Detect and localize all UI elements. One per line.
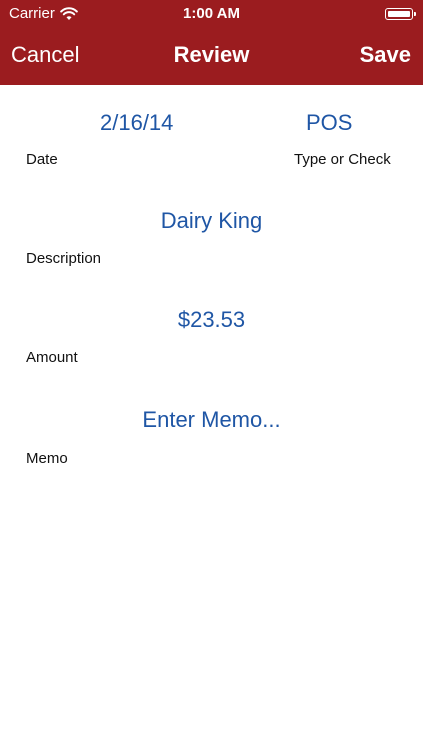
memo-field[interactable]: Enter Memo...	[0, 407, 423, 433]
description-value[interactable]: Dairy King	[0, 208, 423, 234]
review-screen: Carrier 1:00 AM Cancel Review Save 2/16/…	[0, 0, 423, 750]
status-bar: Carrier 1:00 AM	[0, 0, 423, 28]
memo-label: Memo	[26, 450, 68, 467]
type-label: Type or Check	[294, 151, 391, 168]
save-button[interactable]: Save	[360, 42, 411, 68]
nav-bar: Cancel Review Save	[0, 28, 423, 85]
date-value[interactable]: 2/16/14	[100, 110, 173, 136]
navigation-header: Carrier 1:00 AM Cancel Review Save	[0, 0, 423, 85]
amount-label: Amount	[26, 349, 78, 366]
date-label: Date	[26, 151, 58, 168]
cancel-button[interactable]: Cancel	[11, 42, 79, 68]
battery-icon	[385, 8, 416, 20]
type-value[interactable]: POS	[306, 110, 352, 136]
status-time: 1:00 AM	[183, 5, 240, 22]
description-label: Description	[26, 250, 102, 267]
amount-value[interactable]: $23.53	[0, 307, 423, 333]
